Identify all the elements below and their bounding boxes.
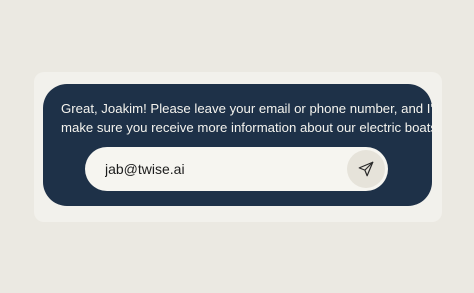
- card-message: Great, Joakim! Please leave your email o…: [61, 99, 441, 137]
- send-icon: [357, 160, 375, 178]
- contact-input-row: [85, 147, 388, 191]
- email-field[interactable]: [105, 161, 325, 177]
- card-message-line-1: Great, Joakim! Please leave your email o…: [61, 101, 439, 116]
- contact-card: Great, Joakim! Please leave your email o…: [43, 84, 441, 206]
- card-message-line-2: make sure you receive more information a…: [61, 120, 441, 135]
- page: Great, Joakim! Please leave your email o…: [0, 0, 474, 293]
- send-button[interactable]: [347, 150, 385, 188]
